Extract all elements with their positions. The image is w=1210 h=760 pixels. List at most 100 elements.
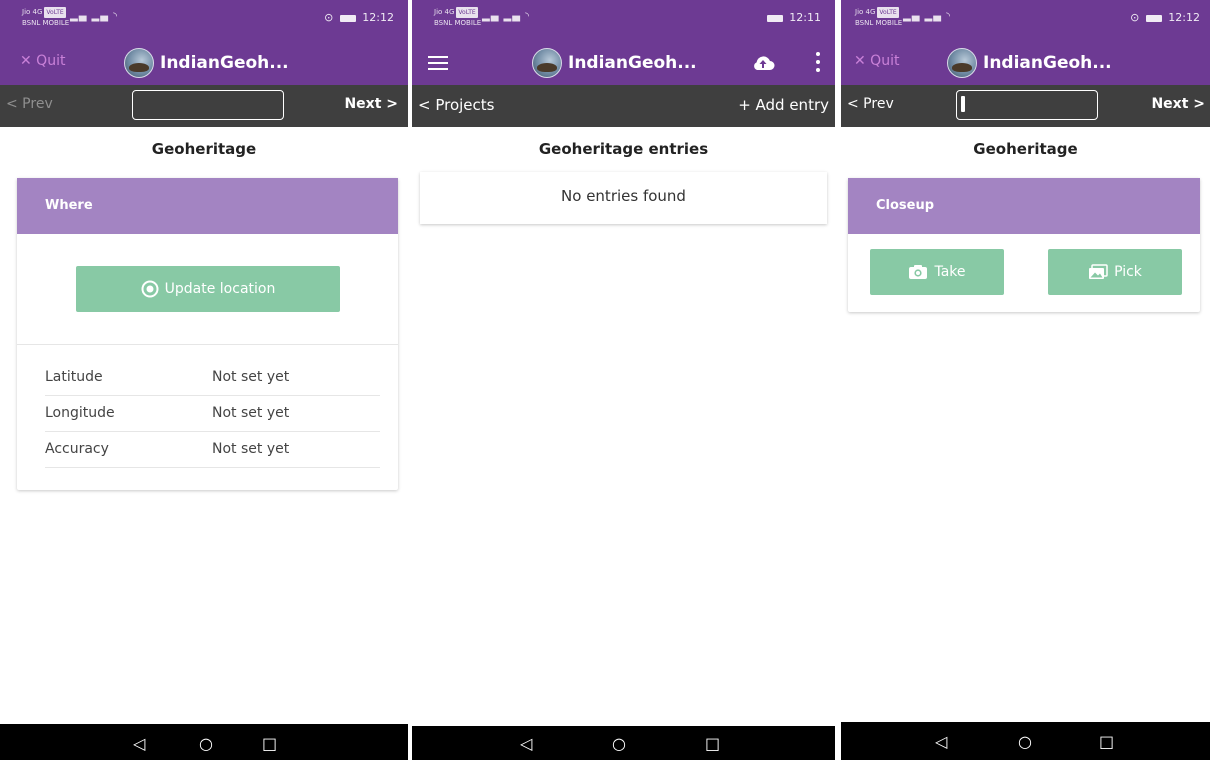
carrier-top: Jio 4G [434,8,455,16]
projects-navbar: < Projects + Add entry [412,85,835,127]
projects-button[interactable]: < Projects [418,96,494,114]
table-row: Longitude Not set yet [45,396,380,432]
home-icon[interactable]: ○ [612,734,626,753]
jump-input[interactable] [956,90,1098,120]
home-icon[interactable]: ○ [1018,732,1032,751]
signal-icon: ▂▄ ▂▄ ◝ [70,11,118,22]
status-right: 12:11 [764,11,821,24]
row-value: Not set yet [212,405,290,421]
status-bar: Jio 4G VoLTE BSNL MOBILE ▂▄ ▂▄ ◝ ⊙ 12:12 [0,0,408,40]
row-value: Not set yet [212,441,290,457]
app-bar: ✕ Quit IndianGeoh... [0,40,408,85]
back-icon[interactable]: ◁ [520,734,532,753]
status-right: ⊙ 12:12 [1130,11,1200,24]
location-status-icon: ⊙ [324,11,334,24]
screen-entries: Jio 4G VoLTE BSNL MOBILE ▂▄ ▂▄ ◝ 12:11 In… [412,0,835,760]
next-button[interactable]: Next > [344,96,398,112]
project-avatar [947,48,977,78]
card-header: Closeup [848,178,1200,234]
update-location-label: Update location [164,281,276,297]
camera-icon [908,264,928,280]
location-status-icon: ⊙ [1130,11,1140,24]
carrier-info: Jio 4G VoLTE BSNL MOBILE [434,7,481,29]
closeup-card: Closeup Take Pick [848,178,1200,312]
card-header: Where [17,178,398,234]
prev-button[interactable]: < Prev [6,96,53,112]
row-label: Longitude [45,405,115,421]
prev-button[interactable]: < Prev [847,96,894,112]
pick-label: Pick [1114,264,1142,280]
clock: 12:12 [362,11,394,24]
signal-icon: ▂▄ ▂▄ ◝ [903,11,951,22]
location-table: Latitude Not set yet Longitude Not set y… [45,360,380,468]
jump-input-wrap [956,90,1098,120]
take-label: Take [934,264,966,280]
system-nav-bar: ◁ ○ □ [0,724,408,760]
screen-closeup: Jio 4G VoLTE BSNL MOBILE ▂▄ ▂▄ ◝ ⊙ 12:12 … [841,0,1210,760]
carrier-bottom: BSNL MOBILE [434,19,482,27]
carrier-top: Jio 4G [22,8,43,16]
app-bar: ✕ Quit IndianGeoh... [841,40,1210,85]
row-label: Latitude [45,369,103,385]
back-icon[interactable]: ◁ [935,732,947,751]
volte-badge: VoLTE [877,7,899,18]
volte-badge: VoLTE [456,7,478,18]
quit-button[interactable]: ✕ Quit [854,53,899,69]
volte-badge: VoLTE [44,7,66,18]
battery-icon [339,14,356,22]
recent-apps-icon[interactable]: □ [262,734,277,753]
update-location-button[interactable]: Update location [76,266,340,312]
jump-input[interactable] [132,90,284,120]
page-title: Geoheritage [973,140,1078,158]
app-title-group: IndianGeoh... [124,48,289,78]
image-icon [1088,264,1108,280]
screen-where: Jio 4G VoLTE BSNL MOBILE ▂▄ ▂▄ ◝ ⊙ 12:12 … [0,0,408,760]
more-vert-icon[interactable] [815,50,821,74]
signal-icon: ▂▄ ▂▄ ◝ [482,11,530,22]
clock: 12:11 [789,11,821,24]
carrier-info: Jio 4G VoLTE BSNL MOBILE [22,7,69,29]
app-bar: IndianGeoh... [412,40,835,85]
take-photo-button[interactable]: Take [870,249,1004,295]
home-icon[interactable]: ○ [199,734,213,753]
text-cursor [961,96,965,112]
recent-apps-icon[interactable]: □ [1099,732,1114,751]
carrier-bottom: BSNL MOBILE [855,19,903,27]
empty-state-text: No entries found [561,187,686,205]
app-title: IndianGeoh... [160,53,289,73]
row-value: Not set yet [212,369,290,385]
project-avatar [532,48,562,78]
target-icon [141,280,159,298]
battery-icon [1145,14,1162,22]
next-button[interactable]: Next > [1151,96,1205,112]
pick-image-button[interactable]: Pick [1048,249,1182,295]
page-title: Geoheritage entries [538,140,709,158]
app-title: IndianGeoh... [568,53,697,73]
empty-state-card: No entries found [420,172,827,224]
status-bar: Jio 4G VoLTE BSNL MOBILE ▂▄ ▂▄ ◝ 12:11 [412,0,835,40]
battery-icon [766,14,783,22]
app-title-group: IndianGeoh... [947,48,1112,78]
system-nav-bar: ◁ ○ □ [841,722,1210,760]
entry-navbar: < Prev Next > [841,85,1210,127]
back-icon[interactable]: ◁ [133,734,145,753]
status-bar: Jio 4G VoLTE BSNL MOBILE ▂▄ ▂▄ ◝ ⊙ 12:12 [841,0,1210,40]
clock: 12:12 [1168,11,1200,24]
project-avatar [124,48,154,78]
where-card: Where Update location Latitude Not set y… [17,178,398,490]
row-label: Accuracy [45,441,109,457]
screens: Jio 4G VoLTE BSNL MOBILE ▂▄ ▂▄ ◝ ⊙ 12:12 … [0,0,1210,760]
cloud-upload-icon[interactable] [751,53,775,73]
quit-button[interactable]: ✕ Quit [20,53,65,69]
page-title: Geoheritage [151,140,257,158]
table-row: Latitude Not set yet [45,360,380,396]
table-row: Accuracy Not set yet [45,432,380,468]
entry-navbar: < Prev Next > [0,85,408,127]
system-nav-bar: ◁ ○ □ [412,726,835,760]
recent-apps-icon[interactable]: □ [705,734,720,753]
add-entry-button[interactable]: + Add entry [738,96,829,114]
app-title-group: IndianGeoh... [532,48,697,78]
status-right: ⊙ 12:12 [324,11,394,24]
hamburger-menu-icon[interactable] [428,52,448,72]
carrier-top: Jio 4G [855,8,876,16]
